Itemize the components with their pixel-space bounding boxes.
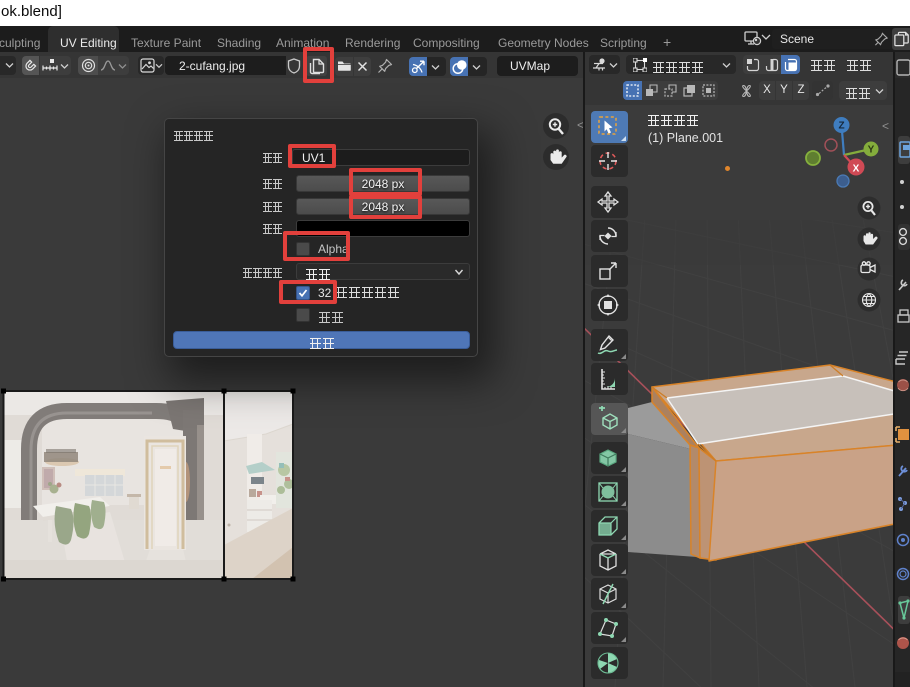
svg-text:X: X [853,164,860,175]
svg-text:Z: Z [838,121,844,132]
svg-text:Y: Y [868,145,875,156]
